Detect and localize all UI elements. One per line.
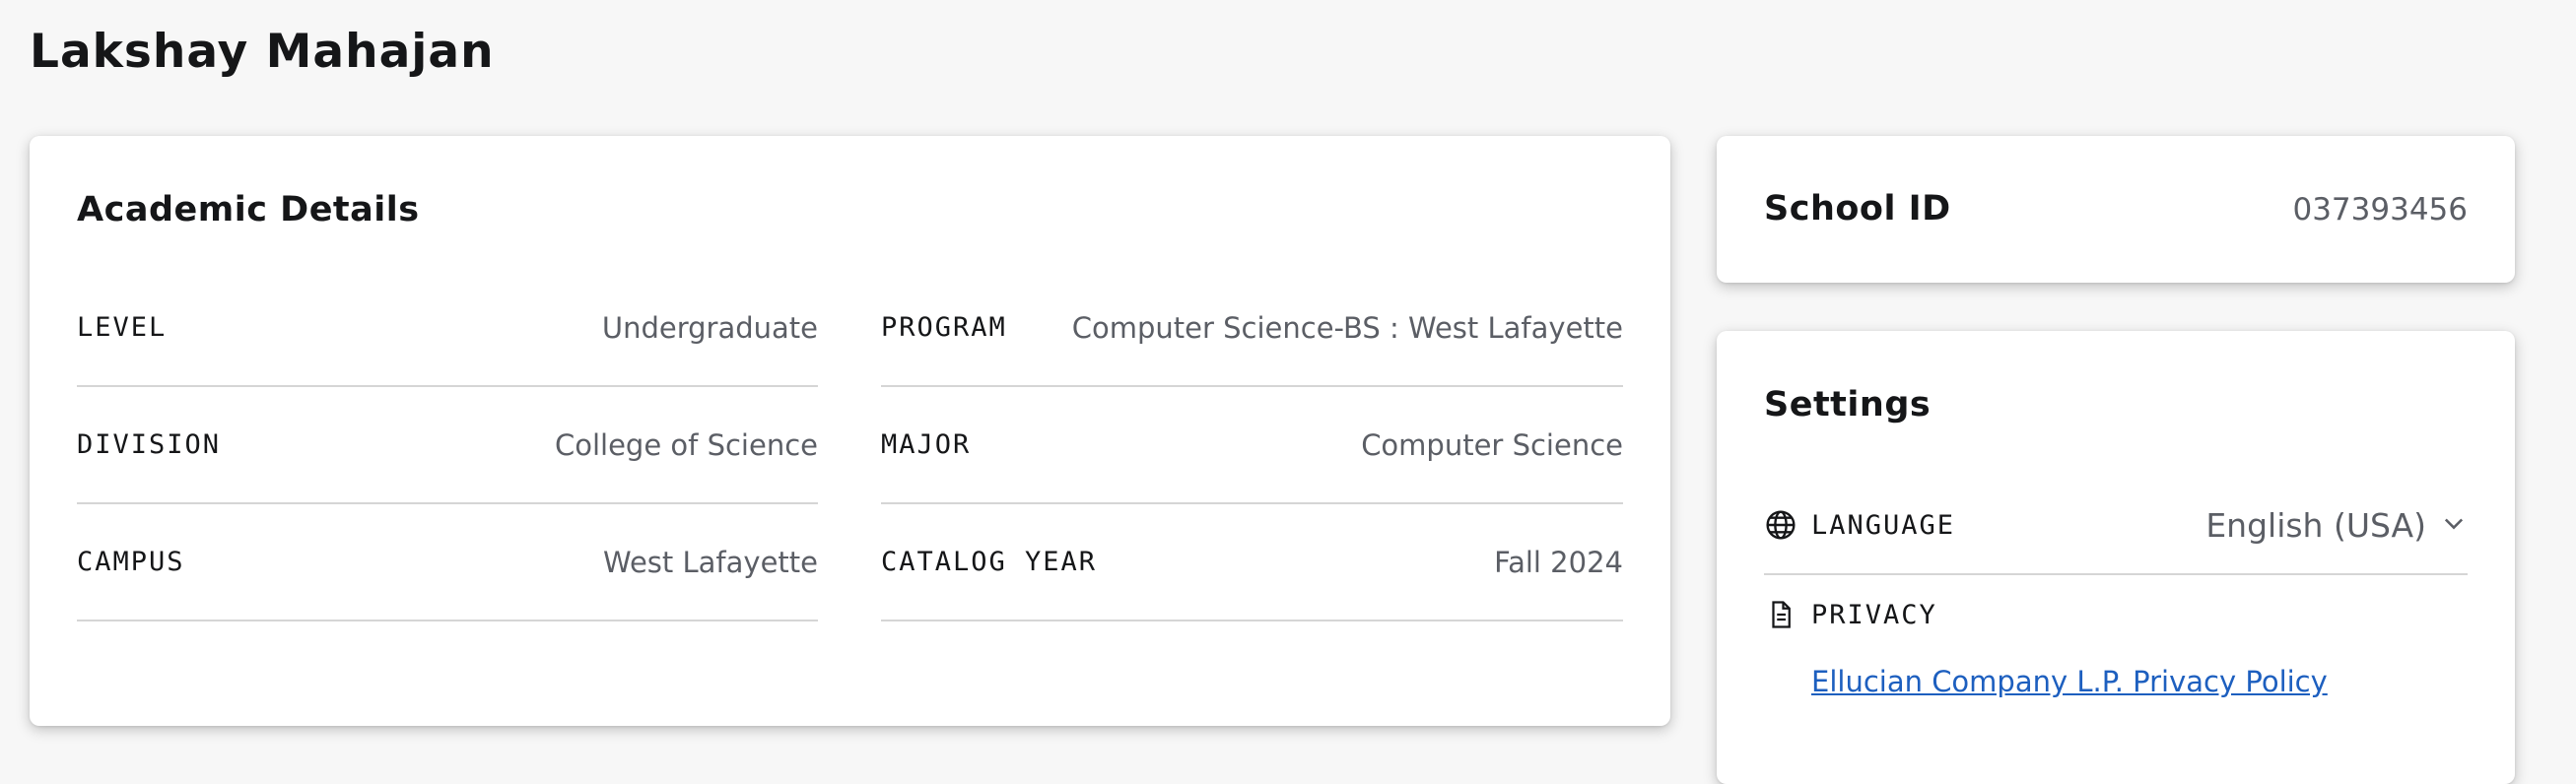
school-id-label: School ID [1764, 189, 1951, 229]
academic-details-card: Academic Details LEVEL Undergraduate DIVIS… [30, 136, 1670, 726]
detail-value-level: Undergraduate [601, 310, 818, 345]
detail-label-program: PROGRAM [881, 312, 1007, 343]
detail-row-campus: CAMPUS West Lafayette [77, 504, 818, 621]
document-icon [1764, 598, 1797, 631]
detail-label-level: LEVEL [77, 312, 168, 343]
school-id-card: School ID 037393456 [1717, 136, 2515, 283]
detail-row-level: LEVEL Undergraduate [77, 270, 818, 387]
detail-row-catalog-year: CATALOG YEAR Fall 2024 [881, 504, 1623, 621]
globe-icon [1764, 508, 1797, 542]
chevron-down-icon [2440, 509, 2468, 541]
academic-details-title: Academic Details [77, 190, 420, 229]
settings-card: Settings LANGUAGE English (USA) PRIVACY … [1717, 331, 2515, 784]
detail-value-division: College of Science [554, 427, 818, 462]
language-selected-value: English (USA) [2205, 505, 2426, 545]
privacy-label: PRIVACY [1811, 599, 1937, 630]
language-label: LANGUAGE [1811, 509, 1956, 541]
detail-value-program: Computer Science-BS : West Lafayette [1071, 310, 1623, 345]
settings-title: Settings [1764, 385, 1932, 425]
detail-value-catalog-year: Fall 2024 [1494, 545, 1623, 579]
detail-row-major: MAJOR Computer Science [881, 387, 1623, 504]
detail-value-major: Computer Science [1361, 427, 1623, 462]
detail-label-catalog-year: CATALOG YEAR [881, 547, 1098, 577]
detail-label-campus: CAMPUS [77, 547, 185, 577]
language-dropdown[interactable]: English (USA) [2205, 506, 2468, 545]
language-setting-row: LANGUAGE English (USA) [1764, 477, 2468, 575]
school-id-value: 037393456 [2292, 192, 2468, 228]
page-title: Lakshay Mahajan [30, 25, 495, 79]
detail-row-program: PROGRAM Computer Science-BS : West Lafaye… [881, 270, 1623, 387]
privacy-policy-link[interactable]: Ellucian Company L.P. Privacy Policy [1811, 662, 2328, 701]
detail-label-major: MAJOR [881, 429, 972, 460]
detail-value-campus: West Lafayette [602, 545, 818, 579]
privacy-setting-row: PRIVACY [1764, 585, 2468, 644]
detail-row-division: DIVISION College of Science [77, 387, 818, 504]
detail-label-division: DIVISION [77, 429, 222, 460]
